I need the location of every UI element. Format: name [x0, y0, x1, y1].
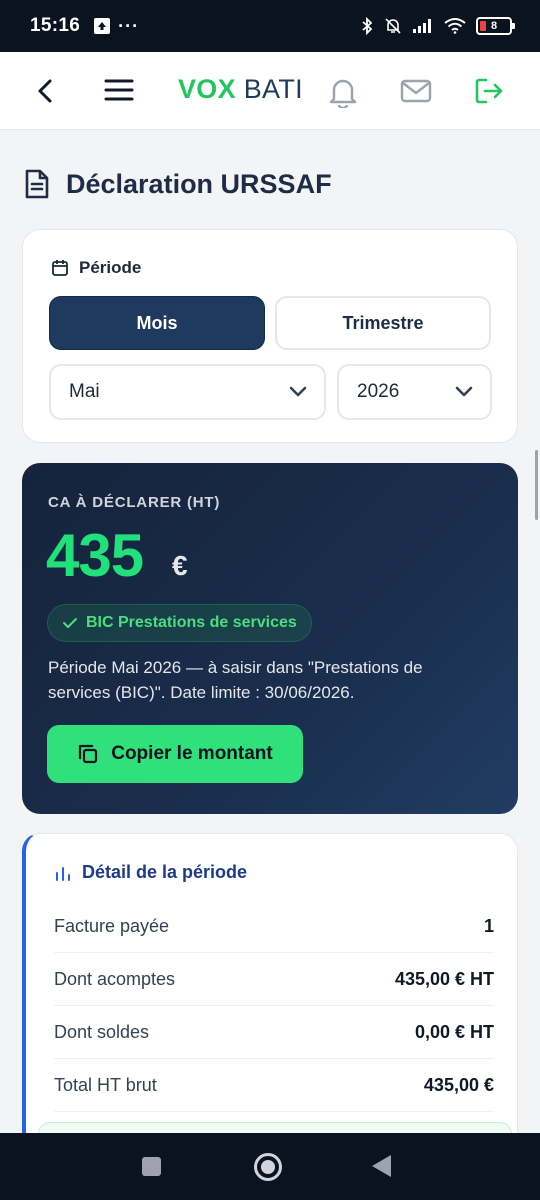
ca-amount: 435 [46, 522, 144, 589]
app-bar: VOX BATI [0, 52, 540, 130]
mute-bell-icon [385, 18, 401, 34]
ca-description: Période Mai 2026 — à saisir dans "Presta… [48, 658, 423, 702]
detail-row-soldes: Dont soldes 0,00 € HT [54, 1006, 494, 1059]
detail-title: Détail de la période [82, 862, 248, 882]
page-title: Déclaration URSSAF [24, 168, 332, 200]
signal-icon [413, 19, 431, 33]
ca-currency: € [172, 550, 188, 581]
bar-chart-icon [56, 866, 70, 881]
status-more-icon: ··· [118, 15, 140, 36]
detail-row-value: 435,00 € HT [394, 968, 494, 989]
period-label-text: Période [79, 258, 142, 277]
copy-amount-button[interactable]: Copier le montant [47, 725, 303, 783]
month-select-value: Mai [69, 381, 100, 402]
status-time: 15:16 [30, 15, 81, 36]
calendar-icon [52, 260, 68, 276]
bluetooth-icon [362, 17, 373, 35]
detail-row-value: 0,00 € HT [414, 1021, 494, 1042]
detail-row-facture-payee: Facture payée 1 [54, 900, 494, 953]
logo-bati: BATI [243, 74, 303, 104]
logo-vox: VOX [178, 74, 236, 104]
detail-row-value: 435,00 € [423, 1074, 494, 1095]
tab-mois[interactable]: Mois [49, 296, 265, 350]
back-arrow-icon[interactable] [34, 78, 58, 104]
battery-icon: 8 [476, 17, 515, 35]
mail-icon[interactable] [400, 78, 432, 104]
status-bar: 15:16 ··· 8 [0, 0, 540, 52]
bic-badge-text: BIC Prestations de services [86, 614, 297, 631]
hamburger-menu-icon[interactable] [104, 77, 134, 103]
scrollbar[interactable] [535, 450, 538, 520]
wifi-icon [444, 18, 466, 34]
detail-row-total-ht: Total HT brut 435,00 € [54, 1059, 494, 1112]
chevron-down-icon [455, 386, 473, 397]
detail-row-acomptes: Dont acomptes 435,00 € HT [54, 953, 494, 1006]
bell-icon[interactable] [328, 76, 358, 108]
chevron-down-icon [289, 386, 307, 397]
ca-caption: CA À DÉCLARER (HT) [48, 494, 221, 511]
check-icon [63, 618, 77, 628]
battery-level: 8 [490, 20, 498, 32]
detail-card: Détail de la période Facture payée 1 Don… [22, 833, 518, 1153]
detail-row-label: Dont acomptes [54, 968, 176, 989]
logout-icon[interactable] [474, 77, 504, 105]
month-select[interactable]: Mai [49, 364, 326, 420]
year-select[interactable]: 2026 [337, 364, 492, 420]
home-button[interactable] [254, 1153, 282, 1181]
detail-row-label: Dont soldes [54, 1021, 150, 1042]
detail-rows: Facture payée 1 Dont acomptes 435,00 € H… [54, 900, 494, 1112]
ca-card: CA À DÉCLARER (HT) 435 € BIC Prestations… [22, 463, 518, 814]
copy-icon [79, 744, 98, 764]
bic-badge: BIC Prestations de services [47, 604, 312, 642]
period-card: Période Mois Trimestre Mai 2026 [22, 229, 518, 443]
detail-row-label: Facture payée [54, 915, 170, 936]
year-select-value: 2026 [357, 381, 400, 402]
period-label: Période [51, 258, 141, 278]
copy-amount-label: Copier le montant [111, 743, 273, 764]
back-button[interactable] [372, 1155, 391, 1177]
document-icon [25, 169, 49, 199]
system-nav-bar [0, 1133, 540, 1200]
tab-trimestre[interactable]: Trimestre [275, 296, 491, 350]
detail-header: Détail de la période [54, 862, 247, 883]
page-title-text: Déclaration URSSAF [66, 168, 332, 199]
detail-row-label: Total HT brut [54, 1074, 157, 1095]
detail-row-value: 1 [483, 915, 494, 936]
app-logo[interactable]: VOX BATI [178, 74, 303, 105]
notification-upload-icon [94, 18, 111, 34]
recents-button[interactable] [142, 1157, 161, 1176]
